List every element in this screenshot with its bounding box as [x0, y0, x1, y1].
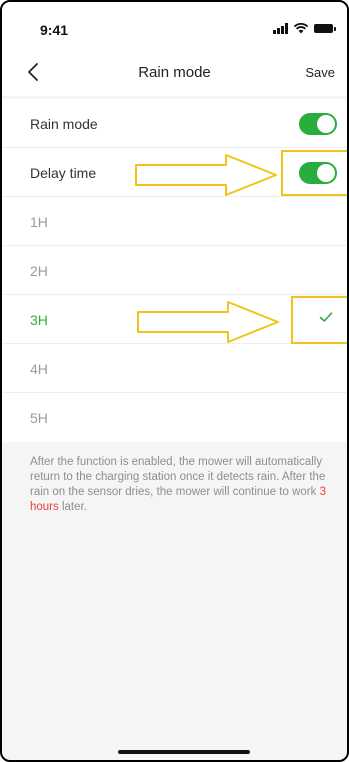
delay-time-label: Delay time — [30, 165, 97, 181]
home-indicator — [118, 750, 250, 754]
signal-icon — [273, 22, 288, 34]
option-5h[interactable]: 5H — [2, 393, 347, 442]
annotation-arrow-icon — [135, 154, 277, 196]
rain-mode-label: Rain mode — [30, 116, 98, 132]
description-text: After the function is enabled, the mower… — [30, 456, 326, 498]
wifi-icon — [293, 23, 309, 34]
option-label: 4H — [30, 361, 48, 377]
rain-mode-toggle[interactable] — [299, 113, 337, 135]
status-time: 9:41 — [40, 22, 69, 38]
option-label: 3H — [30, 312, 48, 328]
save-button[interactable]: Save — [305, 65, 335, 80]
phone-frame: 9:41 Rain mode Save Rain mode Delay time — [0, 0, 349, 762]
option-label: 2H — [30, 263, 48, 279]
status-icons — [273, 22, 336, 34]
battery-icon — [314, 23, 336, 33]
navigation-bar: Rain mode Save — [2, 48, 347, 96]
rain-mode-description: After the function is enabled, the mower… — [30, 455, 336, 515]
annotation-box-toggle — [281, 150, 347, 196]
option-2h[interactable]: 2H — [2, 246, 347, 295]
rain-mode-row: Rain mode — [2, 99, 347, 148]
option-1h[interactable]: 1H — [2, 197, 347, 246]
option-label: 1H — [30, 214, 48, 230]
status-bar: 9:41 — [2, 2, 347, 48]
annotation-arrow-icon — [137, 301, 279, 343]
annotation-box-check — [291, 296, 347, 344]
page-title: Rain mode — [138, 64, 211, 81]
option-4h[interactable]: 4H — [2, 344, 347, 393]
description-suffix: later. — [58, 501, 87, 513]
option-label: 5H — [30, 410, 48, 426]
